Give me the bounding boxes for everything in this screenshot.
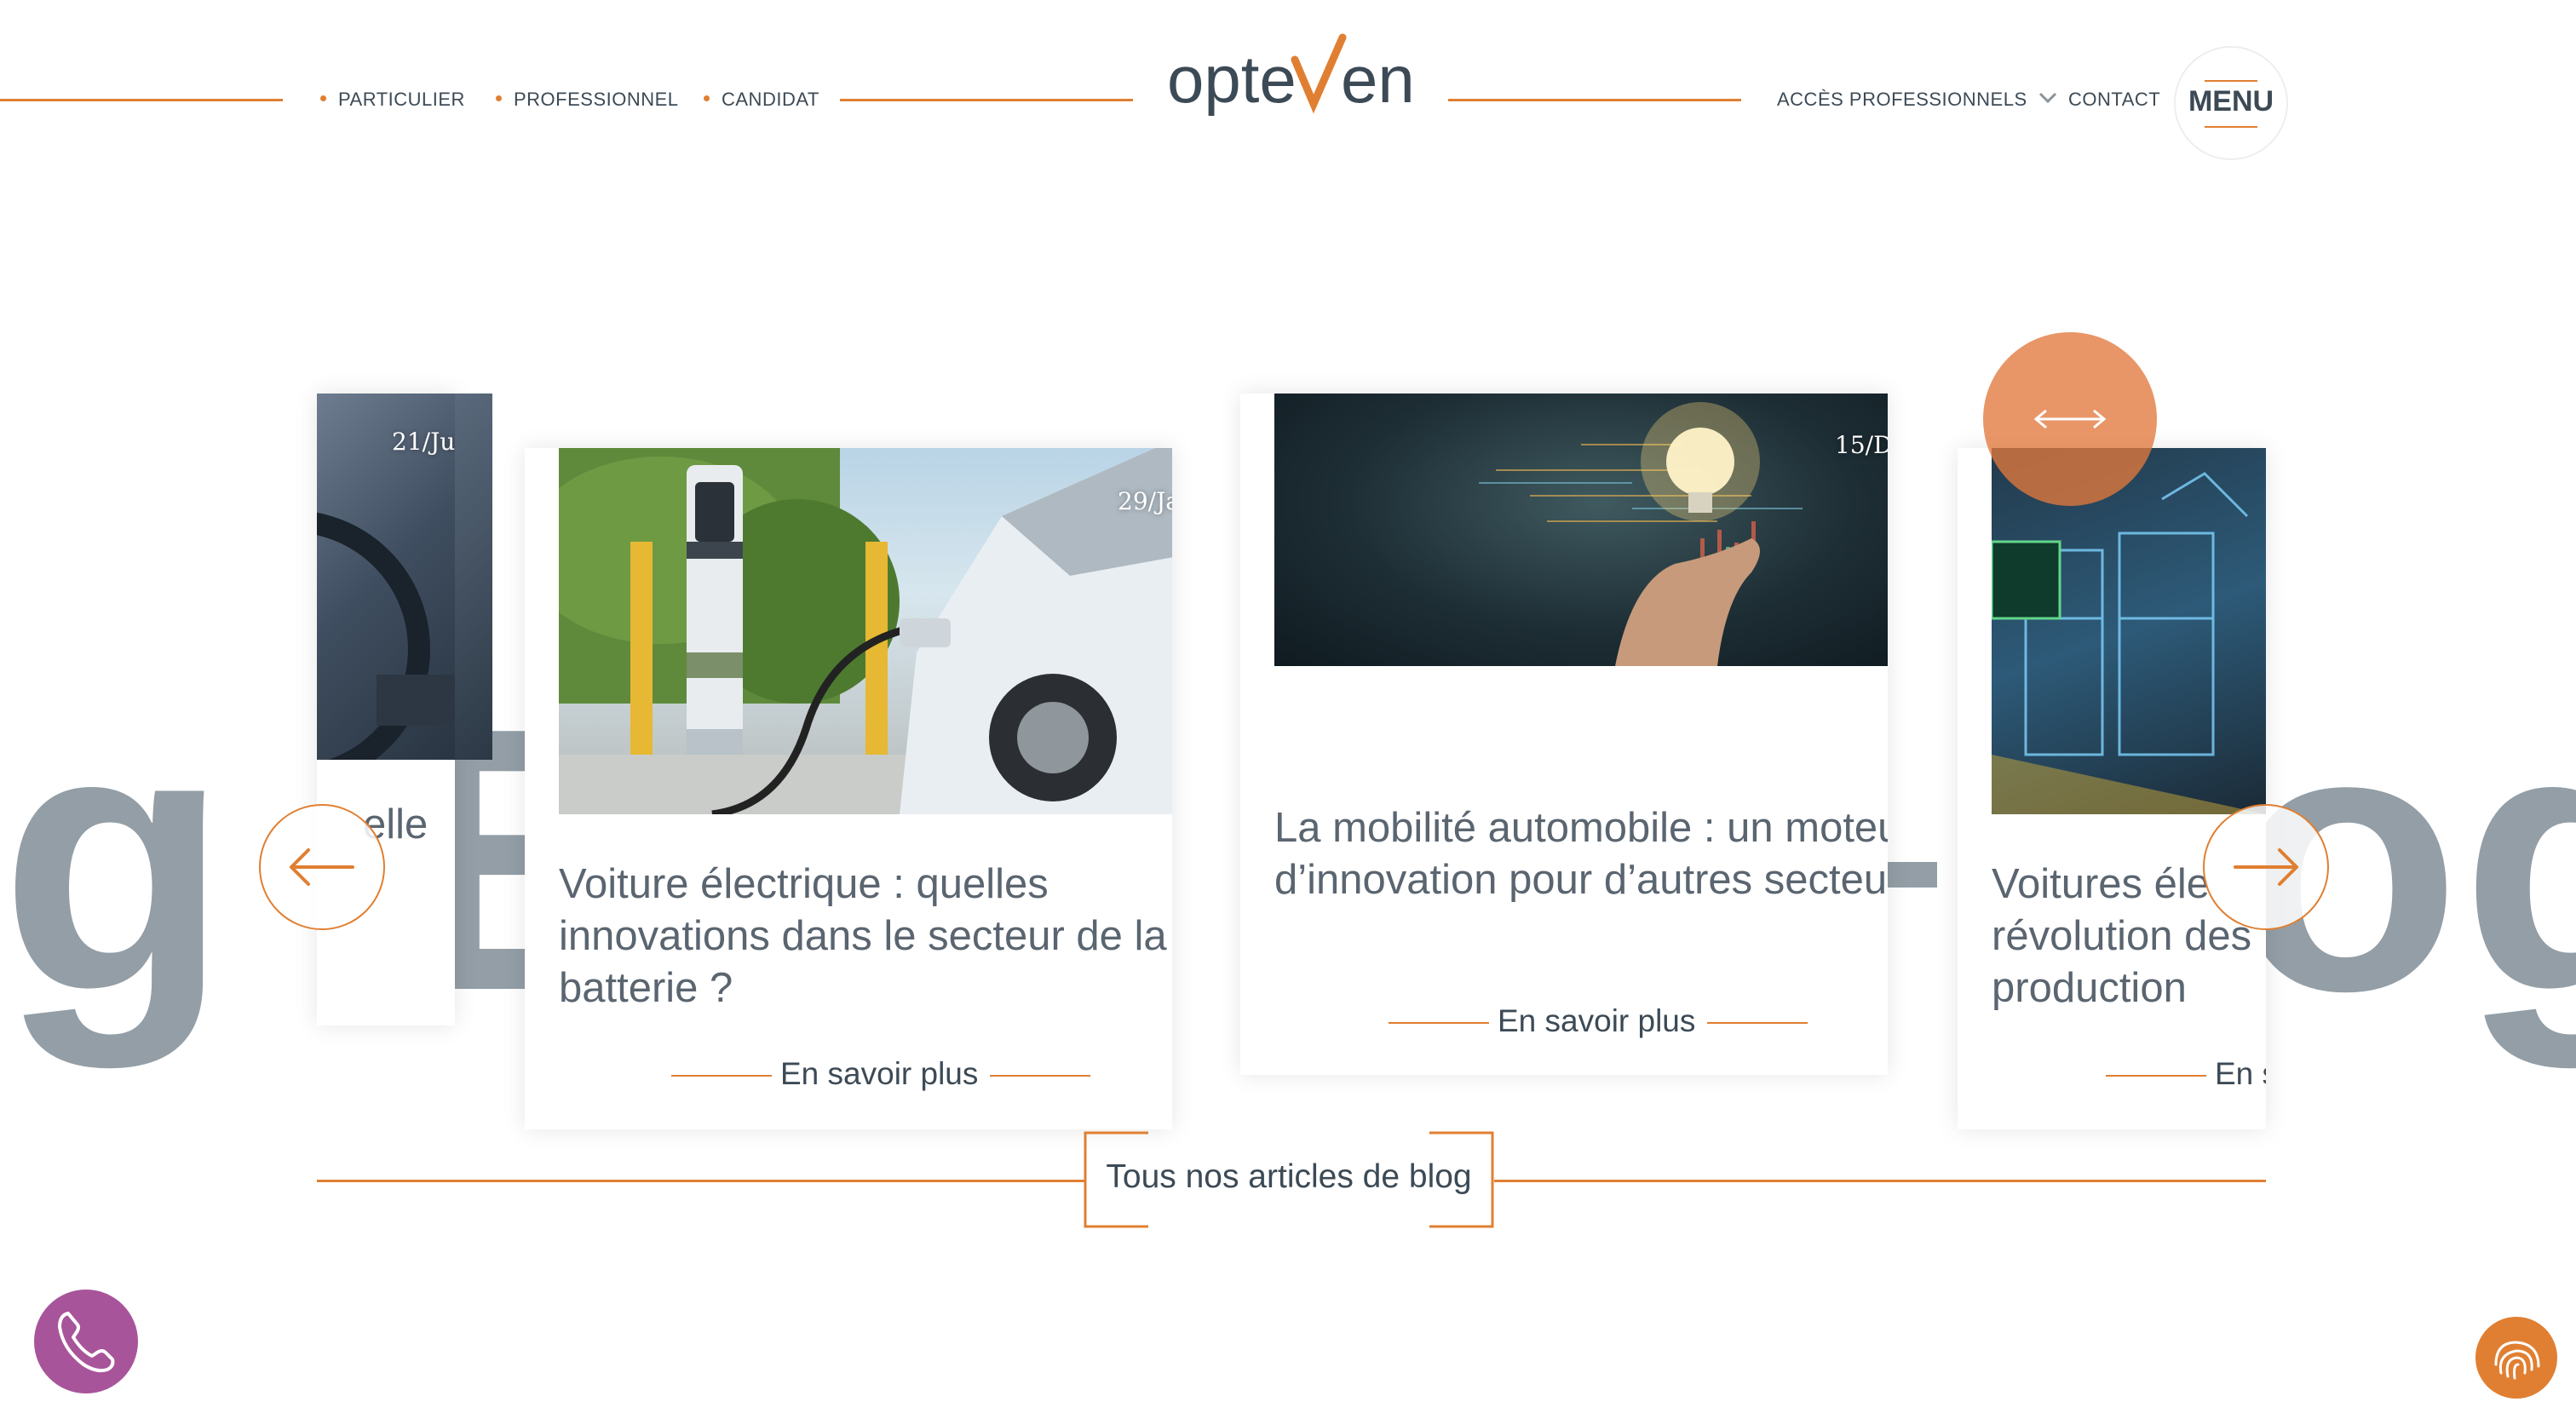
nav-professionnel-label: PROFESSIONNEL [514,89,679,110]
logo-text-right: en [1341,42,1415,117]
opteven-logo[interactable]: opte en [1167,26,1423,128]
header-line-mid-left [840,99,1133,101]
read-more-link[interactable]: En savoir plus [780,1056,978,1092]
arrow-left-icon [290,848,354,886]
header-line-mid-right [1448,99,1741,101]
card-title: Voiture électrique : quelles innovations… [559,861,1167,1011]
all-articles-label: Tous nos articles de blog [1106,1158,1472,1195]
logo-text-left: opte [1167,42,1297,117]
nav-candidat[interactable]: CANDIDAT [704,89,819,111]
cta-line-left [2106,1075,2206,1077]
ev-charging-image [559,448,1172,814]
nav-professionnel[interactable]: PROFESSIONNEL [496,89,679,111]
nav-contact-label: CONTACT [2068,89,2161,110]
nav-particulier-label: PARTICULIER [338,89,465,110]
phone-icon [58,1312,115,1373]
cta-line-right [990,1075,1090,1077]
nav-dot [320,95,326,101]
card-date: 29/Jan [1118,487,1172,515]
menu-bar-bottom [2205,126,2257,128]
menu-bar-top [2205,80,2257,82]
logo-v-mark [1291,33,1347,114]
carousel-prev-button[interactable] [259,804,385,930]
article-card[interactable]: Voitures éle révolution des production E… [1958,448,2266,1129]
header-line-left [0,99,283,101]
nav-candidat-label: CANDIDAT [722,89,819,110]
lightbulb-hand-image [1479,402,1803,666]
article-card[interactable]: 29/Jan Voiture électrique : quelles inno… [525,448,1172,1129]
fingerprint-icon [2494,1341,2540,1380]
card-image [1274,394,1888,666]
cta-line-right [1707,1022,1808,1024]
card-image-edge [455,394,492,760]
read-more-link[interactable]: En s [2215,1056,2266,1092]
menu-button[interactable]: MENU [2174,46,2288,160]
fingerprint-button[interactable] [2475,1317,2557,1399]
nav-contact[interactable]: CONTACT [2068,89,2160,111]
phone-button[interactable] [34,1290,138,1393]
carousel-next-button[interactable] [2203,804,2329,930]
all-articles-line-left [317,1180,1085,1182]
chevron-down-icon [2039,93,2057,104]
drag-cursor [1983,332,2157,506]
menu-label: MENU [2188,85,2274,118]
read-more-link[interactable]: En savoir plus [1498,1003,1695,1039]
article-card[interactable]: 15/Déc La mobilité automobile : un moteu… [1240,394,1888,1075]
background-word-dash [1883,862,1937,888]
cta-line-left [671,1075,772,1077]
article-card[interactable]: 21/Juin elle [317,394,455,1025]
nav-dot [704,95,710,101]
nav-acces-professionnels[interactable]: ACCÈS PROFESSIONNELS [1777,89,2058,111]
left-right-arrow-icon [2033,409,2107,429]
arrow-right-icon [2234,848,2298,886]
all-articles-button[interactable]: Tous nos articles de blog [1084,1131,1494,1228]
nav-acces-label: ACCÈS PROFESSIONNELS [1777,89,2027,110]
card-title: La mobilité automobile : un moteur d’inn… [1274,805,1888,903]
card-image [559,448,1172,814]
nav-dot [496,95,502,101]
all-articles-line-right [1494,1180,2266,1182]
cta-line-left [1389,1022,1489,1024]
card-date: 15/Déc [1835,431,1888,459]
card-date: 21/Juin [392,428,455,456]
nav-particulier[interactable]: PARTICULIER [320,89,465,111]
